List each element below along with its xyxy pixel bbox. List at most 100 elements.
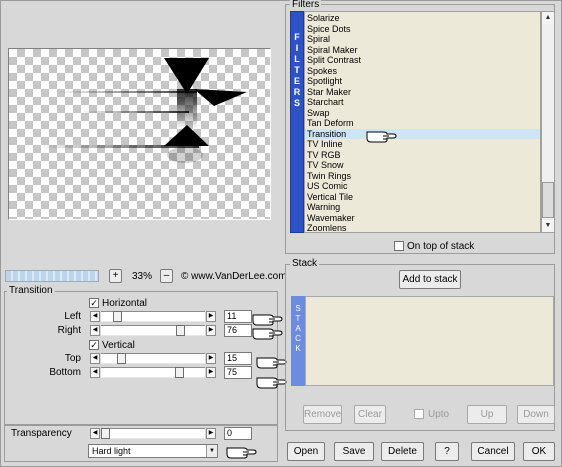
scrollbar-thumb[interactable]	[542, 182, 554, 218]
filters-list[interactable]: Solarize Spice Dots Spiral Spiral Maker …	[304, 11, 541, 233]
tab-letter: K	[295, 344, 301, 353]
filter-dialog: + 33% – © www.VanDerLee.com Transition ✓…	[0, 0, 562, 467]
stack-list[interactable]	[305, 296, 554, 386]
vertical-checkbox[interactable]: ✓	[89, 340, 99, 350]
right-slider[interactable]	[101, 325, 205, 336]
list-item[interactable]: Star Maker	[307, 87, 351, 98]
right-slider-thumb[interactable]	[176, 325, 185, 336]
list-item[interactable]: Zoomlens	[307, 223, 347, 232]
copyright-link[interactable]: © www.VanDerLee.com	[181, 271, 287, 282]
top-increase-button[interactable]: ▶	[206, 353, 216, 364]
render-progress	[5, 270, 99, 282]
arrow-right-icon: ▶	[208, 355, 214, 361]
help-button[interactable]: ?	[435, 442, 459, 461]
transition-legend: Transition	[7, 285, 55, 296]
upto-label: Upto	[428, 409, 450, 420]
left-slider-thumb[interactable]	[113, 311, 122, 322]
transparency-value-field[interactable]: 0	[224, 427, 252, 440]
list-item[interactable]: TV Snow	[307, 160, 344, 171]
arrow-left-icon: ◀	[92, 369, 98, 375]
tab-letter: A	[295, 324, 301, 333]
remove-button[interactable]: Remove	[303, 405, 342, 424]
pointing-hand-icon	[226, 447, 257, 459]
arrow-up-icon[interactable]: ▲	[542, 12, 554, 24]
list-item[interactable]: Swap	[307, 108, 330, 119]
list-item[interactable]: Solarize	[307, 13, 340, 24]
tab-letter: F	[294, 32, 300, 42]
transparency-slider[interactable]	[101, 428, 205, 439]
arrow-left-icon: ◀	[92, 327, 98, 333]
pointing-hand-icon	[256, 377, 287, 389]
bottom-decrease-button[interactable]: ◀	[90, 367, 100, 378]
save-button[interactable]: Save	[334, 442, 374, 461]
blend-mode-select[interactable]: Hard light ▼	[88, 444, 218, 458]
list-item[interactable]: Tan Deform	[307, 118, 354, 129]
arrow-left-icon: ◀	[92, 355, 98, 361]
on-top-of-stack-checkbox[interactable]	[394, 241, 404, 251]
tab-letter: T	[295, 314, 301, 323]
ok-button[interactable]: OK	[523, 442, 555, 461]
upto-checkbox[interactable]	[414, 409, 424, 419]
top-slider-thumb[interactable]	[117, 353, 126, 364]
arrow-down-icon[interactable]: ▼	[542, 220, 554, 232]
list-item[interactable]: Spiral Maker	[307, 45, 358, 56]
right-value-field[interactable]: 76	[224, 324, 252, 337]
bottom-label: Bottom	[49, 367, 81, 378]
right-increase-button[interactable]: ▶	[206, 325, 216, 336]
pointing-hand-icon	[256, 357, 287, 369]
list-item[interactable]: Spokes	[307, 66, 337, 77]
zoom-in-button[interactable]: +	[109, 269, 122, 283]
filters-scrollbar[interactable]: ▲ ▼	[541, 11, 555, 233]
arrow-left-icon: ◀	[92, 430, 98, 436]
arrow-right-icon: ▶	[208, 313, 214, 319]
bottom-slider-thumb[interactable]	[175, 367, 184, 378]
cancel-button[interactable]: Cancel	[471, 442, 515, 461]
chevron-down-icon: ▼	[206, 445, 217, 457]
filters-tab[interactable]: F I L T E R S	[290, 11, 304, 233]
clear-button[interactable]: Clear	[354, 405, 386, 424]
list-item[interactable]: Vertical Tile	[307, 192, 353, 203]
stack-tab[interactable]: S T A C K	[291, 296, 305, 386]
transparency-increase-button[interactable]: ▶	[206, 428, 216, 439]
list-item[interactable]: TV RGB	[307, 150, 341, 161]
tab-letter: C	[295, 334, 301, 343]
top-decrease-button[interactable]: ◀	[90, 353, 100, 364]
checkmark-icon: ✓	[90, 298, 98, 308]
delete-button[interactable]: Delete	[381, 442, 424, 461]
up-button[interactable]: Up	[467, 405, 507, 424]
tab-letter: T	[294, 65, 300, 75]
list-item-selected[interactable]: Transition	[305, 128, 540, 139]
down-button[interactable]: Down	[517, 405, 555, 424]
bottom-slider[interactable]	[101, 367, 205, 378]
left-increase-button[interactable]: ▶	[206, 311, 216, 322]
zoom-out-button[interactable]: –	[160, 269, 173, 283]
list-item[interactable]: Warning	[307, 202, 340, 213]
list-item[interactable]: Twin Rings	[307, 171, 351, 182]
zoom-level: 33%	[132, 271, 153, 282]
list-item[interactable]: Starchart	[307, 97, 344, 108]
add-to-stack-button[interactable]: Add to stack	[399, 270, 461, 289]
preview-canvas[interactable]	[8, 48, 271, 220]
open-button[interactable]: Open	[287, 442, 325, 461]
list-item[interactable]: TV Inline	[307, 139, 343, 150]
tab-letter: R	[293, 87, 301, 97]
transparency-decrease-button[interactable]: ◀	[90, 428, 100, 439]
horizontal-checkbox[interactable]: ✓	[89, 298, 99, 308]
left-value-field[interactable]: 11	[224, 310, 252, 323]
left-decrease-button[interactable]: ◀	[90, 311, 100, 322]
list-item[interactable]: Wavemaker	[307, 213, 355, 224]
filters-legend: Filters	[290, 0, 322, 10]
right-decrease-button[interactable]: ◀	[90, 325, 100, 336]
bottom-value-field[interactable]: 75	[224, 366, 252, 379]
list-item[interactable]: US Comic	[307, 181, 348, 192]
transparency-slider-thumb[interactable]	[101, 428, 110, 439]
arrow-left-icon: ◀	[92, 313, 98, 319]
checkmark-icon: ✓	[90, 340, 98, 350]
list-item[interactable]: Spotlight	[307, 76, 342, 87]
bottom-increase-button[interactable]: ▶	[206, 367, 216, 378]
list-item[interactable]: Split Contrast	[307, 55, 361, 66]
top-value-field[interactable]: 15	[224, 352, 252, 365]
horizontal-label: Horizontal	[102, 298, 148, 309]
list-item[interactable]: Spiral	[307, 34, 330, 45]
list-item[interactable]: Spice Dots	[307, 24, 351, 35]
